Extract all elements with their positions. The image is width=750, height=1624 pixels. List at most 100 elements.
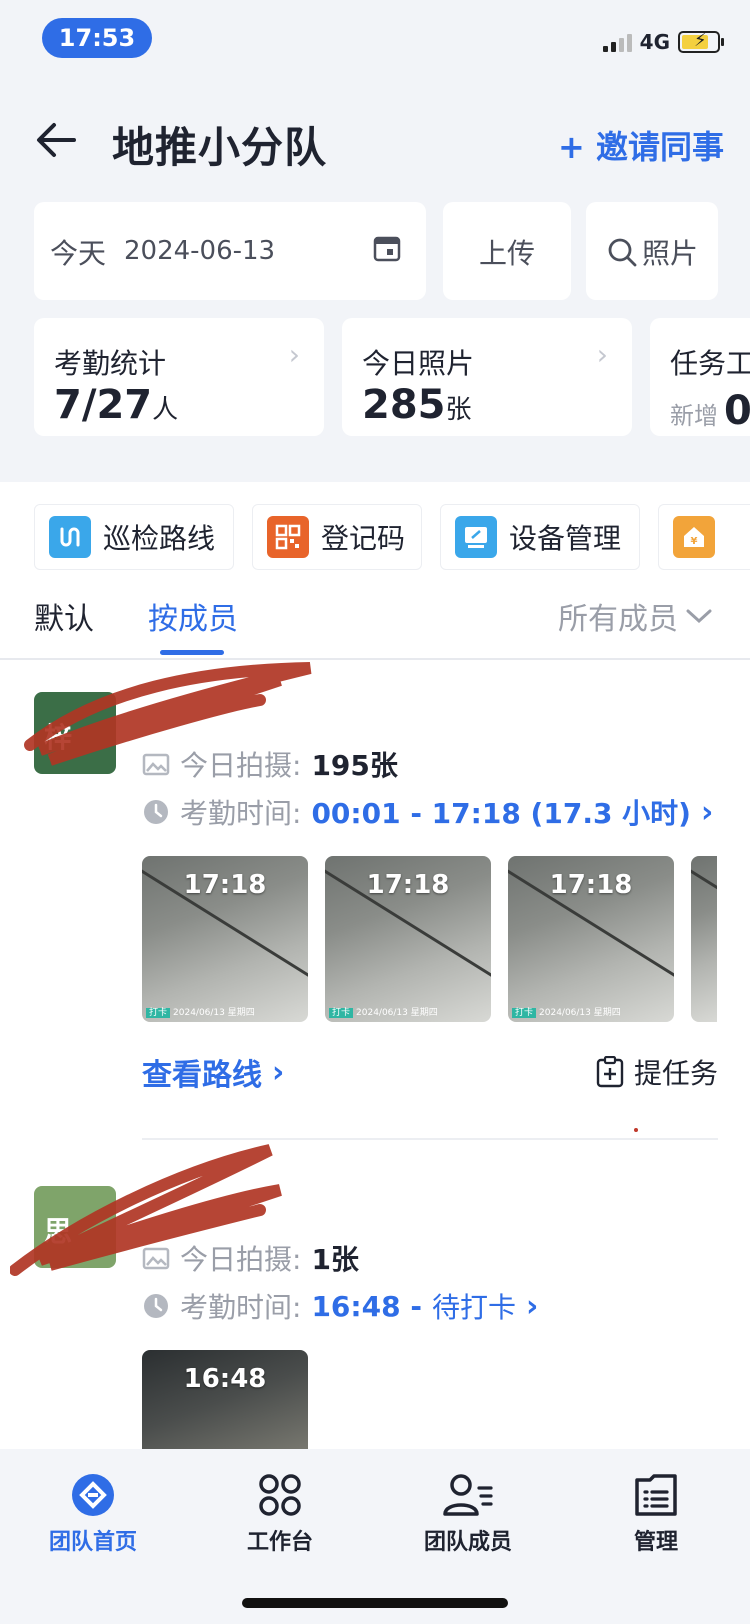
chevron-right-icon: ›	[525, 1288, 539, 1324]
svg-text:¥: ¥	[691, 536, 698, 547]
house-icon: ¥	[673, 516, 715, 558]
assign-task-button[interactable]: 提任务	[596, 1052, 718, 1092]
nav-team-members[interactable]: 团队成员	[388, 1472, 548, 1556]
avatar[interactable]: 思	[34, 1186, 116, 1268]
image-icon	[142, 753, 170, 776]
view-route-label: 查看路线	[142, 1058, 262, 1093]
photo-thumbnail[interactable]: 17:18 打卡 2024/06/13 星期四	[142, 856, 308, 1022]
qr-code-icon	[267, 516, 309, 558]
status-time: 17:53	[42, 18, 152, 58]
photos-today-row: 今日拍摄: 195张	[142, 744, 398, 784]
chevron-right-icon: ›	[272, 1054, 285, 1090]
stat-title: 任务工	[670, 347, 750, 380]
clock-icon	[144, 1294, 168, 1318]
stat-title: 今日照片	[362, 347, 475, 380]
avatar-initial: 梓	[44, 721, 73, 754]
photo-thumbnail[interactable]: 16:48	[142, 1350, 308, 1449]
tabs-divider	[0, 658, 750, 660]
invite-colleague-button[interactable]: + 邀请同事	[558, 122, 724, 168]
thumbnail-stamp-text: 2024/06/13 星期四	[173, 1008, 255, 1018]
attendance-stats-card[interactable]: 考勤统计 › 7/27人	[34, 318, 324, 436]
stat-value: 285张	[362, 382, 472, 428]
attendance-row[interactable]: 考勤时间: 16:48 - 待打卡 ›	[142, 1286, 538, 1326]
nav-label: 工作台	[246, 1530, 313, 1555]
battery-icon: ⚡	[678, 30, 724, 53]
route-icon	[49, 516, 91, 558]
chevron-right-icon: ›	[288, 338, 300, 371]
photos-unit: 张	[445, 395, 472, 425]
page-title: 地推小分队	[112, 123, 328, 172]
team-home-icon	[72, 1474, 114, 1516]
thumbnail-stamp: 打卡 2024/06/13 星期四	[329, 1005, 438, 1018]
photos-count: 195张	[311, 749, 398, 782]
thumbnail-time: 17:18	[366, 870, 450, 900]
calendar-icon[interactable]	[372, 233, 402, 263]
chevron-down-icon	[686, 609, 712, 624]
photos-today-row: 今日拍摄: 1张	[142, 1238, 359, 1278]
thumbnail-stamp: 打卡 2024/06/13 星期四	[512, 1005, 621, 1018]
photo-search-content: 照片	[606, 232, 698, 272]
plus-icon: +	[558, 128, 585, 166]
date-label: 今天	[50, 237, 107, 270]
quick-action-route[interactable]: 巡检路线	[34, 504, 234, 570]
tab-by-member[interactable]: 按成员	[148, 594, 238, 638]
quick-action-device-management[interactable]: 设备管理	[440, 504, 640, 570]
chevron-right-icon: ›	[700, 794, 714, 830]
photos-value: 285	[362, 382, 446, 428]
network-type: 4G	[639, 30, 670, 54]
attendance-unit: 人	[152, 395, 179, 425]
attendance-time: 16:48 -	[311, 1289, 422, 1323]
date-value: 2024-06-13	[124, 236, 276, 266]
quick-action-label: 登记码	[321, 522, 406, 555]
quick-action-label: 设备管理	[509, 522, 622, 555]
stat-title: 考勤统计	[54, 347, 167, 380]
stat-value: 7/27人	[54, 382, 178, 428]
invite-label: 邀请同事	[595, 128, 724, 166]
thumbnail-time: 16:48	[183, 1364, 267, 1394]
photo-thumbnail[interactable]: 17:18 打卡 2024/06/13 星期四	[508, 856, 674, 1022]
today-photos-card[interactable]: 今日照片 › 285张	[342, 318, 632, 436]
member-filter-label: 所有成员	[558, 602, 678, 637]
thumbnail-time: 17:18	[549, 870, 633, 900]
stat-value: 新增 0	[670, 388, 750, 434]
clipboard-plus-icon	[596, 1056, 624, 1088]
nav-team-home[interactable]: 团队首页	[13, 1472, 173, 1556]
workbench-icon	[259, 1474, 301, 1516]
nav-manage[interactable]: 管理	[576, 1472, 736, 1556]
red-dot	[634, 1128, 638, 1132]
photo-thumbnail[interactable]: 17:18 打卡 2024/06/13 星期四	[325, 856, 491, 1022]
signal-icon	[602, 32, 632, 52]
photo-thumbnail-partial[interactable]	[691, 856, 717, 1022]
active-tab-indicator	[160, 650, 224, 655]
view-route-link[interactable]: 查看路线 ›	[142, 1050, 284, 1094]
upload-label: 上传	[478, 237, 535, 270]
attendance-pending: 待打卡	[431, 1291, 516, 1324]
quick-action-more[interactable]: ¥	[658, 504, 750, 570]
thumbnail-stamp-text: 2024/06/13 星期四	[356, 1008, 438, 1018]
task-prefix: 新增	[670, 402, 718, 430]
task-stats-card[interactable]: 任务工 新增 0	[650, 318, 750, 436]
quick-action-register-code[interactable]: 登记码	[252, 504, 422, 570]
team-members-icon	[443, 1474, 493, 1516]
attendance-time: 00:01 - 17:18 (17.3 小时)	[311, 797, 691, 830]
task-value: 0	[724, 388, 750, 434]
chevron-right-icon: ›	[596, 338, 608, 371]
member-filter-dropdown[interactable]: 所有成员	[558, 594, 712, 638]
nav-workbench[interactable]: 工作台	[200, 1472, 360, 1556]
clock-icon	[144, 800, 168, 824]
photo-search-label: 照片	[642, 237, 699, 270]
attendance-label: 考勤时间:	[180, 797, 302, 830]
nav-label: 团队首页	[48, 1530, 137, 1555]
thumbnail-time: 17:18	[183, 870, 267, 900]
device-icon	[455, 516, 497, 558]
attendance-value: 7/27	[54, 382, 153, 428]
search-icon	[608, 238, 637, 267]
photos-label: 今日拍摄:	[180, 1243, 302, 1276]
attendance-row[interactable]: 考勤时间: 00:01 - 17:18 (17.3 小时) ›	[142, 792, 713, 832]
avatar[interactable]: 梓	[34, 692, 116, 774]
back-arrow-icon[interactable]	[34, 118, 78, 162]
quick-action-label: 巡检路线	[103, 522, 216, 555]
manage-icon	[635, 1474, 677, 1516]
tab-default[interactable]: 默认	[34, 594, 94, 638]
avatar-initial: 思	[44, 1215, 73, 1248]
